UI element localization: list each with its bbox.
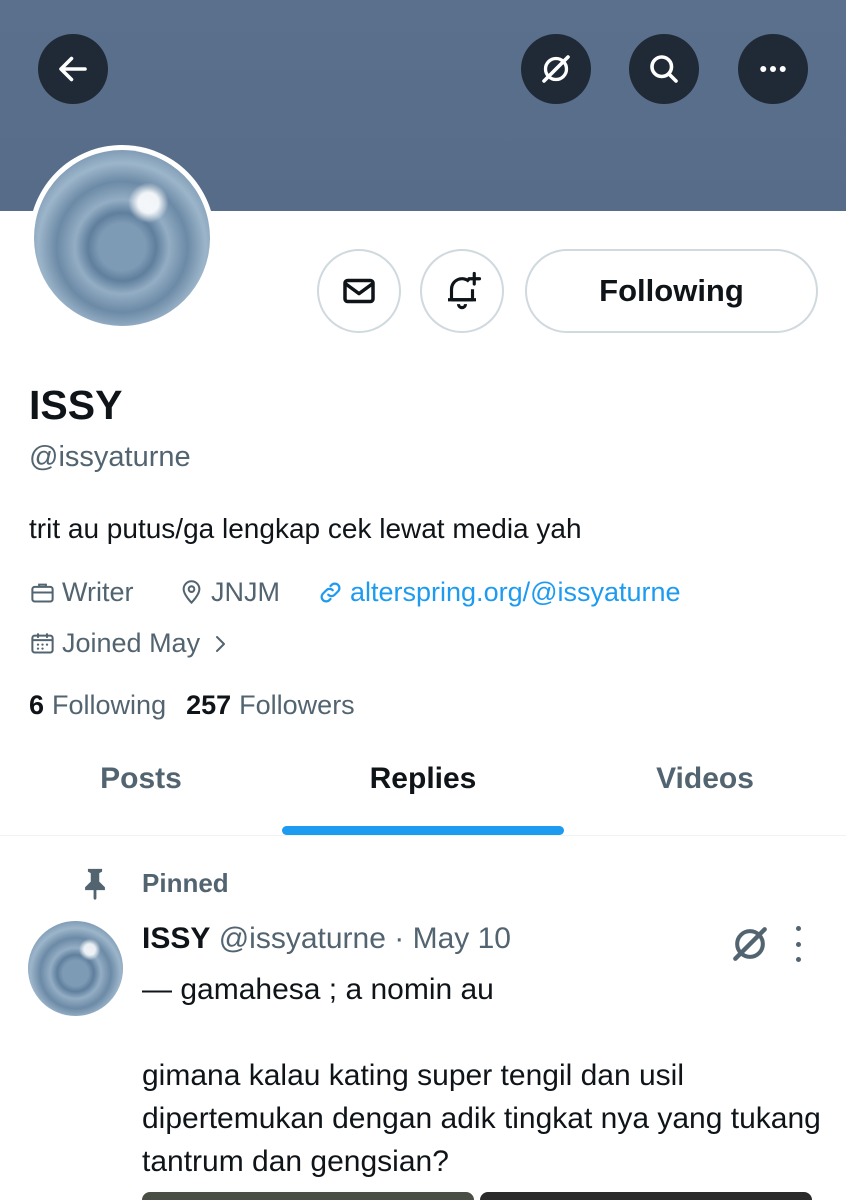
tabs-divider [0,835,846,836]
pin-icon [85,868,105,900]
grok-button[interactable] [521,34,591,104]
following-button[interactable]: Following [525,249,818,333]
pinned-text: Pinned [142,867,229,898]
profession-text: Writer [62,577,134,607]
post-header: ISSY @issyaturne · May 10 [142,922,511,956]
post-date[interactable]: May 10 [413,922,511,955]
link-icon [320,582,341,603]
website-text: alterspring.org/@issyaturne [350,577,681,607]
media-thumbnail[interactable] [142,1192,474,1200]
more-dot [795,957,801,962]
calendar-icon [31,633,54,654]
followers-count-link[interactable]: 257 Followers [186,690,355,721]
followers-label: Followers [239,690,355,720]
back-button[interactable] [38,34,108,104]
location-pin-icon [182,580,201,605]
avatar-image [34,150,210,326]
joined-text: Joined May [62,628,201,658]
profile-website-link[interactable]: alterspring.org/@issyaturne [317,577,681,608]
briefcase-icon [31,583,54,603]
more-horizontal-icon [760,66,786,72]
message-button[interactable] [317,249,401,333]
grok-icon [542,55,570,83]
profile-handle: @issyaturne [29,441,191,473]
search-icon [650,55,678,83]
profile-location: JNJM [178,577,280,608]
profile-profession: Writer [29,577,134,608]
bell-plus-icon [448,271,482,310]
envelope-icon [343,278,375,304]
arrow-left-icon [59,56,87,82]
post-line-title: — gamahesa ; a nomin au [142,973,494,1006]
tab-posts[interactable]: Posts [0,762,282,796]
followers-count: 257 [186,690,232,720]
profile-bio: trit au putus/ga lengkap cek lewat media… [29,513,582,544]
pinned-label-row: Pinned [80,866,229,900]
following-label: Following [52,690,167,720]
post-author-name[interactable]: ISSY [142,922,210,955]
more-options-button[interactable] [738,34,808,104]
profile-avatar[interactable] [29,145,215,331]
media-thumbnail[interactable] [480,1192,812,1200]
notifications-button[interactable] [420,249,504,333]
location-text: JNJM [211,577,280,607]
post-more-button[interactable] [786,926,810,962]
post-spacer [142,1011,822,1054]
active-tab-indicator [282,826,564,835]
search-button[interactable] [629,34,699,104]
chevron-right-icon [216,635,226,652]
post-text: — gamahesa ; a nomin au gimana kalau kat… [142,968,822,1183]
post-author-avatar[interactable] [28,921,123,1016]
following-count: 6 [29,690,45,720]
grok-icon[interactable] [728,922,772,966]
following-count-link[interactable]: 6 Following [29,690,166,721]
more-dot [795,926,801,931]
profile-name: ISSY [29,382,123,428]
post-separator: · [394,922,405,955]
joined-date[interactable]: Joined May [29,628,238,659]
follow-counts: 6 Following 257 Followers [29,690,355,721]
more-dot [795,941,801,947]
post-author-handle[interactable]: @issyaturne [219,922,386,955]
tab-replies[interactable]: Replies [282,762,564,796]
post-media[interactable] [142,1192,812,1200]
post-line-body: gimana kalau kating super tengil dan usi… [142,1059,821,1178]
tab-videos[interactable]: Videos [564,762,846,796]
